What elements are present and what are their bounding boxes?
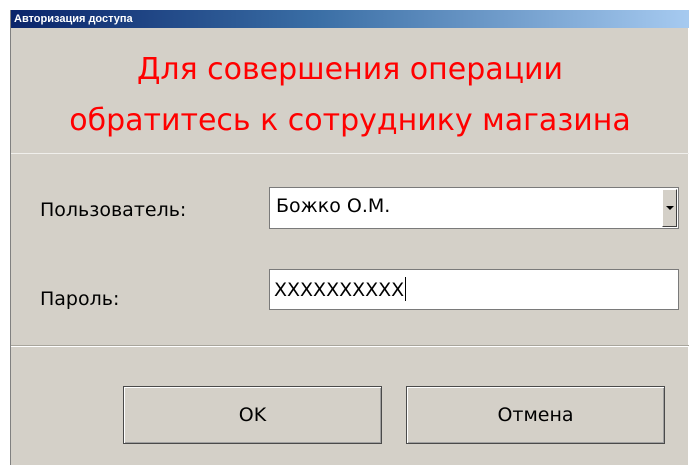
user-select[interactable]: Божко О.М. [269, 187, 679, 229]
user-select-value: Божко О.М. [276, 195, 391, 217]
instruction-message: Для совершения операции обратитесь к сот… [11, 44, 689, 146]
dialog-titlebar[interactable]: Авторизация доступа [11, 10, 689, 28]
instruction-line-2: обратитесь к сотруднику магазина [69, 103, 631, 138]
chevron-down-icon [666, 206, 674, 210]
divider-bottom [11, 345, 689, 347]
password-text: XXXXXXXXXX [274, 279, 405, 301]
instruction-line-1: Для совершения операции [136, 52, 564, 87]
password-value: XXXXXXXXXX [274, 277, 407, 301]
password-field[interactable]: XXXXXXXXXX [269, 269, 679, 310]
auth-dialog: Авторизация доступа Для совершения опера… [10, 10, 689, 465]
user-select-dropdown-button[interactable] [662, 189, 677, 227]
password-label: Пароль: [40, 288, 120, 310]
ok-button[interactable]: OK [123, 386, 382, 444]
divider-top [11, 153, 689, 154]
cancel-button[interactable]: Отмена [406, 386, 665, 444]
text-caret [405, 277, 407, 301]
user-label: Пользователь: [40, 199, 187, 221]
